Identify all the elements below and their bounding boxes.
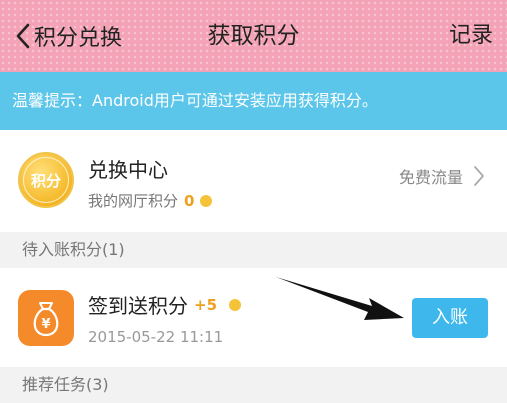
money-bag-icon: ¥ bbox=[18, 290, 74, 346]
notice-banner: 温馨提示：Android用户可通过安装应用获得积分。 bbox=[0, 72, 507, 130]
coin-label: 积分 bbox=[23, 157, 69, 203]
free-traffic-label: 免费流量 bbox=[398, 168, 463, 187]
back-button[interactable]: 积分兑换 bbox=[14, 16, 122, 56]
task-title-row: 签到送积分 +5 bbox=[88, 290, 242, 319]
exchange-center-title: 兑换中心 bbox=[88, 158, 168, 182]
coin-dot-icon bbox=[200, 194, 213, 207]
back-button-label: 积分兑换 bbox=[34, 26, 123, 51]
points-value: 0 bbox=[184, 191, 195, 210]
my-points-row: 我的网厅积分 0 bbox=[88, 190, 213, 211]
exchange-center-row[interactable]: 积分 兑换中心 我的网厅积分 0 免费流量 bbox=[0, 130, 507, 232]
app-header: 积分兑换 获取积分 记录 bbox=[0, 0, 507, 72]
points-label: 我的网厅积分 bbox=[88, 192, 179, 210]
task-title: 签到送积分 bbox=[88, 294, 188, 318]
pending-points-header: 待入账积分(1) bbox=[0, 232, 507, 268]
points-coin-icon: 积分 bbox=[18, 152, 74, 208]
recommended-tasks-header: 推荐任务(3) bbox=[0, 367, 507, 403]
chevron-left-icon bbox=[16, 23, 30, 49]
svg-text:¥: ¥ bbox=[41, 317, 50, 332]
task-date: 2015-05-22 11:11 bbox=[88, 328, 224, 346]
claim-button[interactable]: 入账 bbox=[412, 298, 488, 338]
money-bag-glyph: ¥ bbox=[33, 302, 59, 337]
chevron-right-icon bbox=[474, 166, 484, 186]
task-bonus: +5 bbox=[194, 295, 218, 314]
coin-dot-icon bbox=[229, 298, 242, 311]
record-button[interactable]: 记录 bbox=[449, 16, 493, 56]
free-traffic-link[interactable]: 免费流量 bbox=[399, 164, 485, 188]
